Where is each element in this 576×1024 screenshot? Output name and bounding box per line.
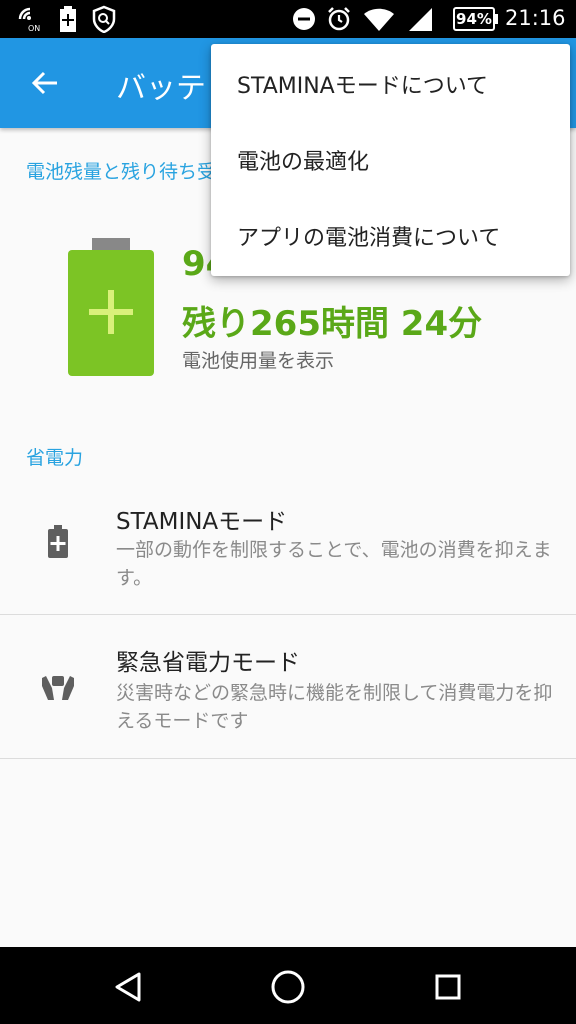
navigation-bar — [0, 947, 576, 1024]
battery-percent-indicator: 94% — [453, 7, 495, 31]
hands-emergency-icon — [38, 667, 78, 707]
show-battery-usage-link[interactable]: 電池使用量を表示 — [182, 346, 334, 373]
alarm-icon — [326, 5, 352, 33]
battery-indicator-nub — [495, 14, 498, 24]
status-bar: ON 94% 21:16 — [0, 0, 576, 38]
home-circle-icon[interactable] — [266, 965, 310, 1009]
nfc-label: ON — [28, 24, 40, 33]
emergency-mode-subtitle: 災害時などの緊急時に機能を制限して消費電力を抑えるモードです — [116, 682, 553, 732]
menu-item-about-stamina[interactable]: STAMINAモードについて — [211, 46, 570, 122]
nfc-on-icon: ON — [16, 5, 44, 33]
menu-item-app-battery-usage[interactable]: アプリの電池消費について — [211, 198, 570, 274]
emergency-mode-title: 緊急省電力モード — [116, 650, 300, 676]
status-time: 21:16 — [505, 6, 566, 30]
do-not-disturb-icon — [291, 5, 317, 33]
remaining-time-text: 残り265時間 24分 — [182, 304, 483, 344]
battery-settings-screen: ON 94% 21:16 バッテリー 電池残量と残り待ち受け時間 残り265時間… — [0, 0, 576, 1024]
battery-plus-icon — [38, 522, 78, 562]
back-triangle-icon[interactable] — [106, 965, 150, 1009]
stamina-mode-title: STAMINAモード — [116, 509, 288, 535]
wifi-icon — [362, 5, 396, 33]
stamina-mode-subtitle: 一部の動作を制限することで、電池の消費を抑えます。 — [116, 539, 552, 589]
power-saving-section-header: 省電力 — [26, 447, 84, 469]
battery-saver-icon — [58, 5, 78, 33]
back-arrow-icon[interactable] — [24, 62, 66, 104]
shield-search-icon — [90, 5, 118, 33]
recents-square-icon[interactable] — [426, 965, 470, 1009]
menu-item-battery-optimization[interactable]: 電池の最適化 — [211, 122, 570, 198]
emergency-power-saving-row[interactable]: 緊急省電力モード 災害時などの緊急時に機能を制限して消費電力を抑えるモードです — [0, 615, 576, 758]
divider — [0, 758, 576, 759]
battery-level-icon — [68, 238, 154, 376]
cell-signal-icon — [406, 5, 434, 33]
overflow-menu: STAMINAモードについて 電池の最適化 アプリの電池消費について — [211, 44, 570, 276]
stamina-mode-row[interactable]: STAMINAモード 一部の動作を制限することで、電池の消費を抑えます。 — [0, 476, 576, 614]
